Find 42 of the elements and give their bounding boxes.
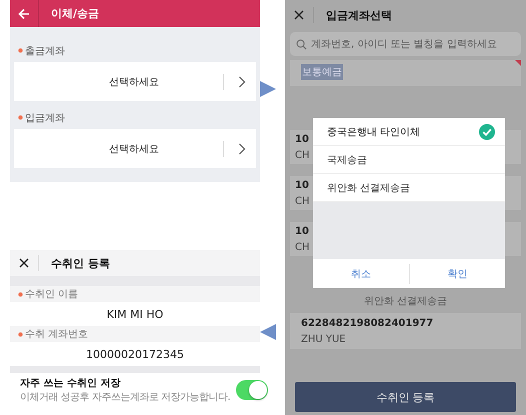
account-card[interactable]: 6228482198082401977 ZHU YUE (290, 313, 521, 349)
account-name: CH (295, 196, 310, 206)
account-name: CH (295, 150, 310, 160)
screen-title: 이체/송금 (51, 6, 100, 21)
account-number: 10 (295, 226, 309, 236)
search-field[interactable]: 계좌번호, 아이디 또는 별칭을 입력하세요 (290, 32, 521, 56)
account-number: 10 (295, 134, 309, 144)
right-triangle-icon (258, 79, 278, 99)
option-item[interactable]: 중국은행내 타인이체 (313, 118, 505, 146)
field-label: 출금계좌 (25, 44, 65, 58)
check-circle-icon (479, 124, 495, 140)
close-icon (294, 10, 304, 20)
option-item[interactable]: 위안화 선결제송금 (313, 174, 505, 202)
dialog-button[interactable]: 확인 (410, 259, 505, 288)
option-title: 자주 쓰는 수취인 저장 (20, 377, 122, 390)
close-icon (19, 258, 29, 268)
screen-title: 입금계좌선택 (326, 8, 392, 22)
account-name: CH (295, 242, 310, 252)
screen-title: 수취인 등록 (51, 256, 110, 270)
account-number: 6228482198082401977 (301, 318, 434, 328)
field-label: 수취인 이름 (25, 288, 78, 301)
corner-mark-icon (515, 60, 521, 66)
left-triangle-icon (258, 322, 278, 342)
search-icon (296, 39, 307, 50)
option-item[interactable]: 국제송금 (313, 146, 505, 174)
account-type-badge: 보통예금 (301, 64, 343, 80)
chevron-right-icon (238, 142, 246, 154)
register-recipient-button[interactable]: 수취인 등록 (295, 382, 516, 412)
chevron-right-icon (238, 76, 246, 88)
input-field[interactable]: 10000020172345 (10, 342, 260, 366)
toggle-switch[interactable] (236, 380, 268, 400)
account-number: 10 (295, 180, 309, 190)
account-name: ZHU YUE (301, 334, 347, 344)
option-description: 이체거래 성공후 자주쓰는계좌로 저장가능합니다. (20, 391, 230, 404)
field-label: 입금계좌 (25, 112, 65, 124)
back-arrow-icon (18, 8, 30, 20)
input-field[interactable]: KIM MI HO (10, 302, 260, 326)
account-select[interactable]: 선택하세요 (14, 62, 256, 101)
field-label: 수취 계좌번호 (25, 328, 88, 341)
section-label: 위안화 선결제송금 (364, 295, 448, 308)
dialog-button[interactable]: 취소 (313, 259, 408, 288)
account-select[interactable]: 선택하세요 (14, 129, 256, 168)
